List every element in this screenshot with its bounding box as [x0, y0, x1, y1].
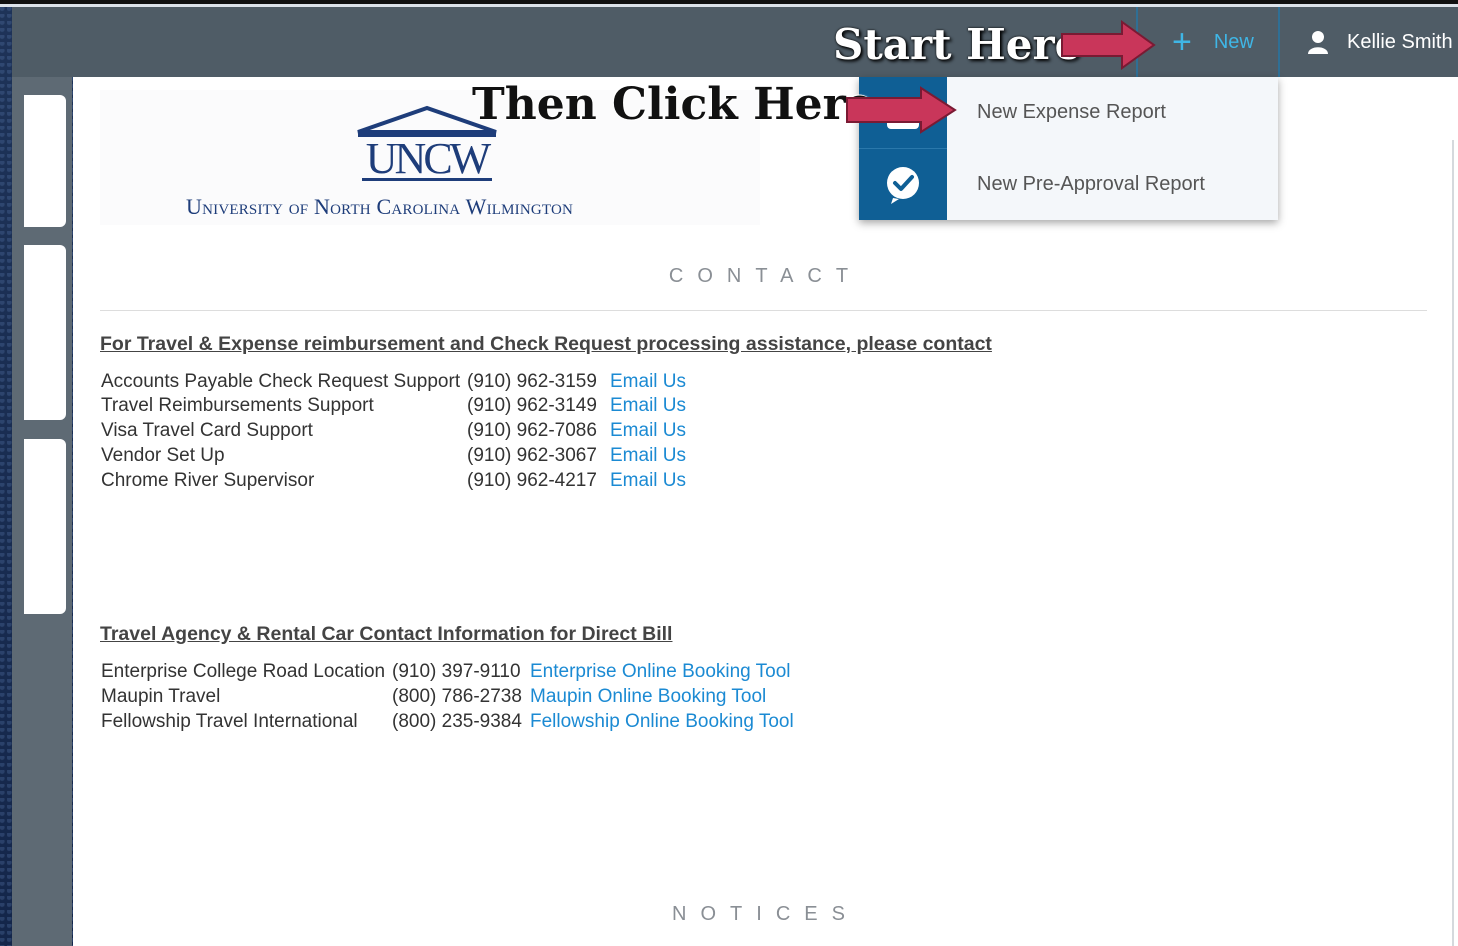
travel-name: Enterprise College Road Location [101, 661, 386, 682]
new-button[interactable]: + New [1160, 7, 1290, 77]
university-name: University of North Carolina Wilmington [186, 194, 574, 219]
contact-name: Chrome River Supervisor [101, 470, 315, 491]
annotation-arrow-icon [846, 86, 957, 134]
contact-name: Accounts Payable Check Request Support [101, 371, 461, 392]
annotation-start-here: Start Here [833, 20, 1082, 69]
contact-phone: (910) 962-3067 [467, 445, 597, 466]
sidebar-card[interactable] [24, 95, 66, 227]
booking-tool-link[interactable]: Maupin Online Booking Tool [530, 686, 766, 708]
logo-mark: UNCW [366, 134, 492, 183]
contact-phone: (910) 962-3149 [467, 395, 597, 416]
new-button-label: New [1213, 30, 1254, 53]
contact-heading: For Travel & Expense reimbursement and C… [100, 333, 992, 355]
contact-phone: (910) 962-3159 [467, 371, 597, 392]
notices-section-title: NOTICES [672, 903, 859, 925]
check-badge-icon [859, 149, 947, 220]
travel-phone: (800) 786-2738 [392, 686, 522, 707]
travel-name: Maupin Travel [101, 686, 221, 707]
travel-phone: (910) 397-9110 [392, 661, 521, 682]
menu-item-label: New Pre-Approval Report [977, 173, 1205, 195]
email-us-link[interactable]: Email Us [610, 470, 686, 492]
email-us-link[interactable]: Email Us [610, 445, 686, 467]
top-border [0, 0, 1458, 7]
sidebar [12, 77, 72, 946]
app-header: + New Kellie Smith [12, 7, 1458, 77]
scrollbar-track[interactable] [1452, 140, 1454, 946]
travel-phone: (800) 235-9384 [392, 711, 522, 732]
email-us-link[interactable]: Email Us [610, 371, 686, 393]
user-menu[interactable]: Kellie Smith [1307, 7, 1453, 77]
travel-heading: Travel Agency & Rental Car Contact Infor… [100, 623, 673, 645]
booking-tool-link[interactable]: Fellowship Online Booking Tool [530, 711, 794, 733]
user-name: Kellie Smith [1347, 30, 1453, 53]
menu-item-label: New Expense Report [977, 101, 1166, 123]
booking-tool-link[interactable]: Enterprise Online Booking Tool [530, 661, 791, 683]
header-divider [1278, 7, 1280, 77]
contact-section-title: CONTACT [668, 265, 863, 287]
sidebar-card[interactable] [24, 439, 66, 614]
travel-name: Fellowship Travel International [101, 711, 358, 732]
annotation-arrow-icon [1061, 20, 1156, 70]
plus-icon: + [1172, 23, 1192, 61]
contact-phone: (910) 962-4217 [467, 470, 597, 491]
contact-name: Vendor Set Up [101, 445, 225, 466]
sidebar-card[interactable] [24, 245, 66, 420]
annotation-then-click-here: Then Click Here [472, 79, 874, 130]
menu-item-new-pre-approval-report[interactable]: New Pre-Approval Report [859, 149, 1278, 220]
section-divider [100, 310, 1427, 311]
contact-phone: (910) 962-7086 [467, 420, 597, 441]
contact-name: Visa Travel Card Support [101, 420, 313, 441]
user-icon [1308, 31, 1328, 54]
email-us-link[interactable]: Email Us [610, 395, 686, 417]
email-us-link[interactable]: Email Us [610, 420, 686, 442]
contact-name: Travel Reimbursements Support [101, 395, 374, 416]
